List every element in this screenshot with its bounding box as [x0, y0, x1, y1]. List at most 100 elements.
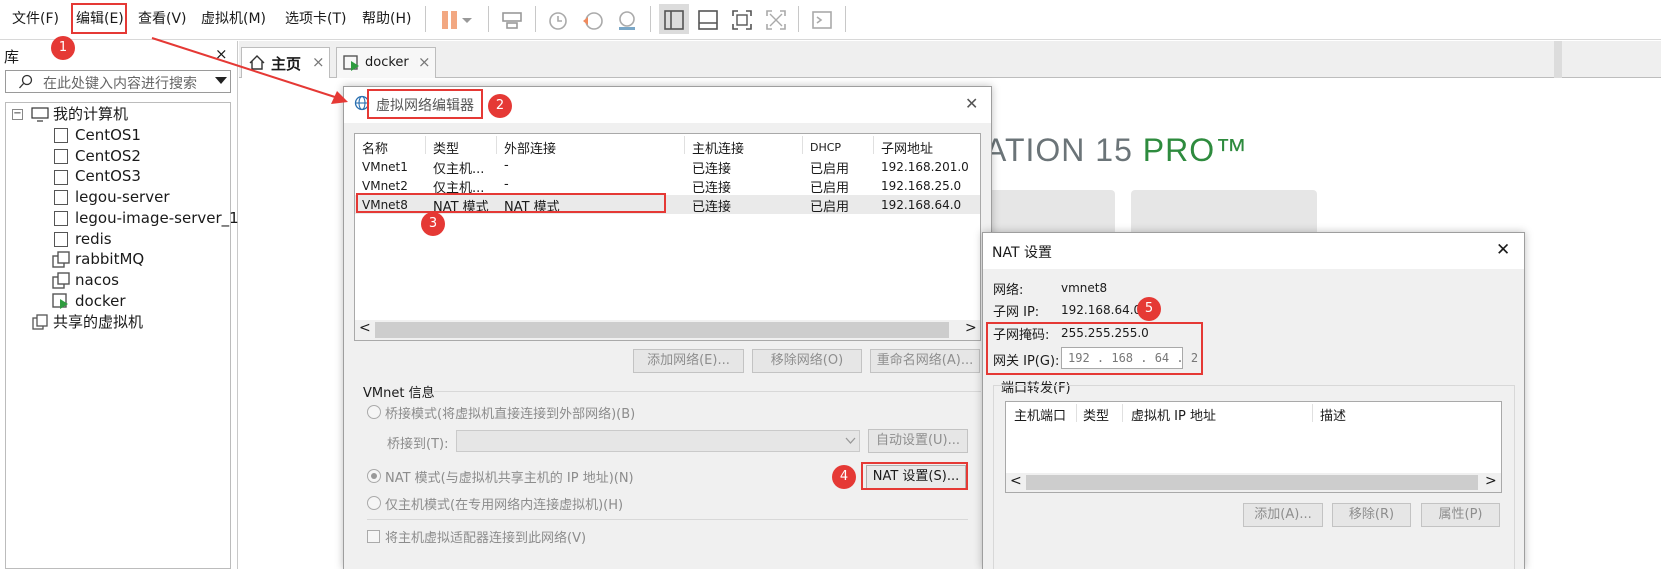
- horizontal-scrollbar[interactable]: < >: [1006, 473, 1501, 492]
- horizontal-scrollbar[interactable]: < >: [355, 320, 980, 340]
- column-header[interactable]: 名称: [362, 138, 388, 157]
- collapse-icon[interactable]: −: [12, 109, 23, 120]
- rename-network-button[interactable]: 重命名网络(A)...: [870, 349, 980, 373]
- menu-vm[interactable]: 虚拟机(M): [201, 8, 266, 30]
- snapshot-icon[interactable]: [546, 8, 570, 32]
- cell-name: VMnet1: [362, 160, 408, 174]
- vne-close-button[interactable]: ✕: [965, 94, 978, 113]
- tree-root-my-computer[interactable]: 我的计算机: [53, 104, 128, 124]
- scroll-right-icon[interactable]: >: [965, 320, 977, 336]
- port-forward-properties-button[interactable]: 属性(P): [1421, 503, 1500, 527]
- tree-item-vm[interactable]: redis: [75, 229, 112, 249]
- revert-snapshot-icon[interactable]: [581, 8, 605, 32]
- add-network-button[interactable]: 添加网络(E)...: [633, 349, 744, 373]
- tree-item-vm[interactable]: CentOS2: [75, 146, 141, 166]
- tab-docker-close-icon[interactable]: ×: [418, 53, 431, 71]
- tab-home-close-icon[interactable]: ×: [312, 53, 325, 71]
- vm-icon: [54, 211, 68, 226]
- scroll-left-icon[interactable]: <: [1010, 473, 1022, 489]
- port-forward-add-button[interactable]: 添加(A)...: [1243, 503, 1323, 527]
- column-header[interactable]: DHCP: [810, 141, 841, 154]
- step-badge: 3: [421, 212, 445, 236]
- column-header[interactable]: 类型: [1083, 405, 1109, 424]
- tree-item-vm[interactable]: docker: [75, 291, 126, 311]
- vm-powered-on-icon: [52, 293, 68, 309]
- network-label: 网络:: [993, 283, 1024, 298]
- divider: [367, 519, 968, 520]
- pause-icon[interactable]: [438, 8, 462, 32]
- cell-host: 已连接: [692, 162, 732, 177]
- network-value: vmnet8: [1061, 281, 1108, 295]
- tree-item-vm[interactable]: legou-image-server_13: [75, 208, 248, 228]
- cell-external: -: [504, 177, 509, 192]
- port-forwarding-table: 主机端口 类型 虚拟机 IP 地址 描述 < >: [1005, 401, 1502, 493]
- cell-subnet: 192.168.25.0: [881, 179, 962, 193]
- toolbar-separator: [845, 6, 846, 32]
- tree-item-vm[interactable]: CentOS3: [75, 166, 141, 186]
- snapshot-manager-icon[interactable]: [615, 8, 639, 32]
- step-badge: 2: [488, 94, 512, 118]
- vm-running-icon: [52, 251, 70, 268]
- tree-item-vm[interactable]: legou-server: [75, 187, 170, 207]
- thumbnail-bar-icon[interactable]: [696, 8, 720, 32]
- tab-home-label: 主页: [271, 55, 302, 73]
- nat-close-button[interactable]: ✕: [1496, 240, 1510, 260]
- cell-dhcp: 已启用: [810, 181, 850, 196]
- bridged-mode-label: 桥接模式(将虚拟机直接连接到外部网络)(B): [385, 407, 636, 422]
- toolbar-separator: [425, 6, 426, 32]
- menu-view[interactable]: 查看(V): [138, 8, 187, 30]
- vm-powered-on-icon: [343, 55, 359, 71]
- tree-item-vm[interactable]: rabbitMQ: [75, 249, 144, 269]
- console-icon[interactable]: [810, 8, 834, 32]
- vm-icon: [54, 170, 68, 185]
- nat-mode-radio[interactable]: [367, 469, 381, 483]
- cell-subnet: 192.168.64.0: [881, 198, 962, 212]
- chevron-down-icon[interactable]: [460, 8, 474, 32]
- column-header[interactable]: 主机连接: [692, 138, 744, 157]
- column-header[interactable]: 子网地址: [881, 138, 933, 157]
- cell-subnet: 192.168.201.0: [881, 160, 969, 174]
- cell-host: 已连接: [692, 200, 732, 215]
- cell-name: VMnet2: [362, 179, 408, 193]
- menu-file[interactable]: 文件(F): [12, 8, 59, 30]
- tree-item-vm[interactable]: nacos: [75, 270, 119, 290]
- nat-mode-label: NAT 模式(与虚拟机共享主机的 IP 地址)(N): [385, 471, 634, 486]
- library-close-button[interactable]: ×: [215, 45, 228, 63]
- column-header[interactable]: 主机端口: [1014, 405, 1066, 424]
- scroll-left-icon[interactable]: <: [359, 320, 371, 336]
- column-header[interactable]: 类型: [433, 138, 459, 157]
- auto-settings-button[interactable]: 自动设置(U)...: [868, 429, 968, 453]
- network-table-header: 名称 类型 外部连接 主机连接 DHCP 子网地址: [355, 134, 980, 157]
- send-keys-icon[interactable]: [500, 8, 524, 32]
- cell-host: 已连接: [692, 181, 732, 196]
- scrollbar-thumb[interactable]: [375, 322, 949, 338]
- menu-tabs[interactable]: 选项卡(T): [285, 8, 346, 30]
- toolbar-separator: [535, 6, 536, 32]
- unity-icon[interactable]: [764, 8, 788, 32]
- host-only-radio[interactable]: [367, 496, 381, 510]
- port-forward-remove-button[interactable]: 移除(R): [1332, 503, 1411, 527]
- tree-item-shared-vms[interactable]: 共享的虚拟机: [53, 312, 143, 332]
- bridged-mode-radio[interactable]: [367, 405, 381, 419]
- dropdown-arrow-icon[interactable]: [214, 76, 228, 86]
- cell-external: -: [504, 158, 509, 173]
- connect-adapter-checkbox[interactable]: [367, 530, 380, 543]
- tab-bar: [239, 41, 1661, 78]
- tree-item-vm[interactable]: CentOS1: [75, 125, 141, 145]
- column-header[interactable]: 虚拟机 IP 地址: [1131, 405, 1216, 424]
- remove-network-button[interactable]: 移除网络(O): [752, 349, 862, 373]
- host-only-label: 仅主机模式(在专用网络内连接虚拟机)(H): [385, 498, 624, 513]
- menu-help[interactable]: 帮助(H): [362, 8, 411, 30]
- computer-icon: [31, 107, 49, 122]
- tab-scroll[interactable]: [1554, 41, 1562, 78]
- scroll-right-icon[interactable]: >: [1485, 473, 1497, 489]
- subnet-ip-label: 子网 IP:: [993, 305, 1040, 320]
- bridge-to-select[interactable]: [456, 430, 860, 452]
- fullscreen-icon[interactable]: [730, 8, 754, 32]
- column-header[interactable]: 描述: [1320, 405, 1346, 424]
- scrollbar-thumb[interactable]: [1026, 475, 1478, 490]
- show-library-icon[interactable]: [662, 8, 686, 32]
- table-row[interactable]: VMnet1 仅主机... - 已连接 已启用 192.168.201.0: [355, 157, 980, 177]
- vm-icon: [54, 232, 68, 247]
- column-header[interactable]: 外部连接: [504, 138, 556, 157]
